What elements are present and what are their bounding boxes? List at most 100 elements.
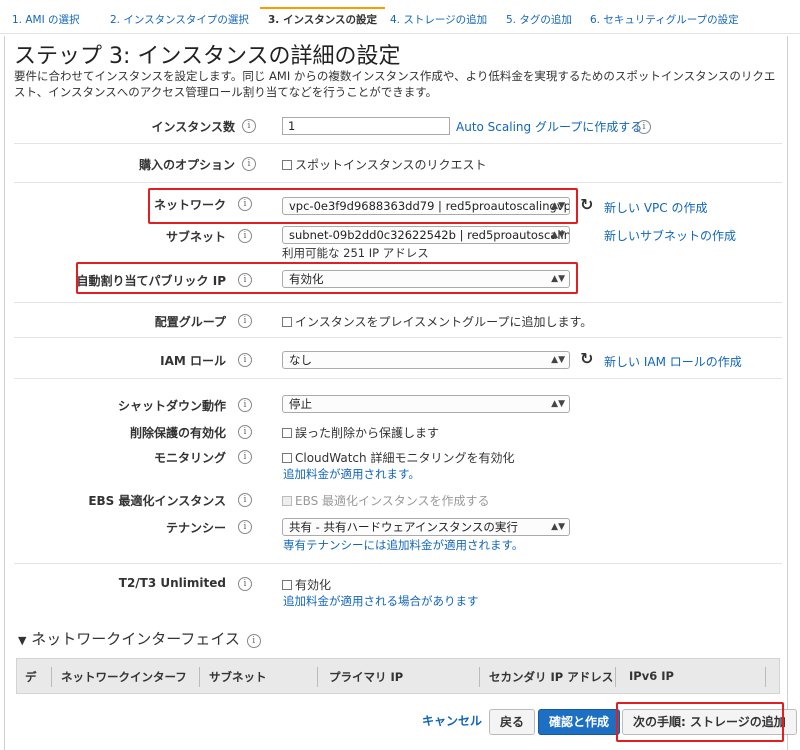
checkbox-box[interactable] — [282, 452, 292, 463]
tab-configure-instance[interactable]: 3. インスタンスの設定 — [260, 7, 386, 29]
info-icon[interactable]: i — [238, 229, 252, 243]
tenancy-value: 共有 - 共有ハードウェアインスタンスの実行 — [289, 520, 518, 534]
checkbox-box[interactable] — [282, 427, 292, 438]
monitoring-charges-link[interactable]: 追加料金が適用されます。 — [283, 466, 420, 482]
refresh-icon[interactable]: ↻ — [580, 349, 593, 368]
right-border — [787, 36, 788, 750]
subnet-select[interactable]: subnet-09b2dd0c32622542b | red5proautosc… — [282, 226, 570, 244]
wizard-tabs: 1. AMI の選択 2. インスタンスタイプの選択 3. インスタンスの設定 … — [0, 0, 800, 34]
shutdown-label: シャットダウン動作 — [117, 399, 226, 413]
spot-instance-checkbox[interactable]: スポットインスタンスのリクエスト — [282, 156, 487, 173]
purchase-option-label: 購入のオプション — [138, 158, 235, 172]
info-icon[interactable]: i — [238, 314, 252, 328]
column-divider — [615, 667, 616, 687]
info-icon[interactable]: i — [238, 450, 252, 464]
tab-choose-ami[interactable]: 1. AMI の選択 — [4, 9, 88, 31]
review-and-launch-button[interactable]: 確認と作成 — [538, 709, 621, 735]
ebs-optimized-label: EBS 最適化インスタンス — [88, 494, 226, 508]
column-primary-ip: プライマリ IP — [329, 670, 404, 684]
tenancy-select[interactable]: 共有 - 共有ハードウェアインスタンスの実行 ▲▼ — [282, 518, 570, 536]
iam-role-value: なし — [289, 353, 312, 367]
instance-count-label: インスタンス数 — [151, 120, 235, 134]
iam-role-select[interactable]: なし ▲▼ — [282, 351, 570, 369]
info-icon[interactable]: i — [238, 493, 252, 507]
checkbox-box — [282, 495, 292, 506]
column-divider — [765, 667, 766, 687]
instance-count-input[interactable]: 1 — [282, 117, 450, 135]
info-icon[interactable]: i — [238, 577, 252, 591]
termination-protection-label: 削除保護の有効化 — [129, 426, 226, 440]
highlight-next-button — [616, 702, 784, 742]
select-arrows-icon: ▲▼ — [551, 522, 565, 532]
column-divider — [199, 667, 200, 687]
column-secondary-ip: セカンダリ IP アドレス — [489, 670, 614, 684]
page-description: 要件に合わせてインスタンスを設定します。同じ AMI からの複数インスタンス作成… — [14, 69, 776, 99]
triangle-down-icon[interactable]: ▼ — [18, 634, 26, 647]
create-subnet-link[interactable]: 新しいサブネットの作成 — [604, 227, 736, 244]
t2t3-text: 有効化 — [295, 578, 332, 592]
ebs-optimized-text: EBS 最適化インスタンスを作成する — [295, 494, 490, 508]
info-icon[interactable]: i — [246, 634, 261, 648]
divider — [14, 563, 782, 564]
page-title: ステップ 3: インスタンスの詳細の設定 — [14, 44, 401, 69]
divider — [14, 337, 782, 338]
create-iam-role-link[interactable]: 新しい IAM ロールの作成 — [604, 353, 742, 370]
network-interfaces-table-header: デ ネットワークインターフ サブネット プライマリ IP セカンダリ IP アド… — [16, 658, 780, 694]
tab-choose-instance-type[interactable]: 2. インスタンスタイプの選択 — [102, 9, 257, 31]
info-icon[interactable]: i — [242, 157, 256, 171]
checkbox-box[interactable] — [282, 316, 292, 327]
column-device: デ — [25, 670, 37, 684]
info-icon[interactable]: i — [238, 425, 252, 439]
spot-instance-label: スポットインスタンスのリクエスト — [295, 158, 487, 172]
highlight-auto-public-ip — [76, 262, 578, 294]
left-border — [4, 36, 5, 750]
create-vpc-link[interactable]: 新しい VPC の作成 — [604, 199, 707, 216]
termination-protection-checkbox[interactable]: 誤った削除から保護します — [282, 424, 439, 441]
monitoring-label: モニタリング — [153, 451, 226, 465]
placement-group-text: インスタンスをプレイスメントグループに追加します。 — [295, 315, 593, 329]
network-interfaces-title: ネットワークインターフェイス — [31, 630, 240, 648]
select-arrows-icon: ▲▼ — [551, 230, 565, 240]
ebs-optimized-checkbox: EBS 最適化インスタンスを作成する — [282, 492, 490, 509]
column-divider — [479, 667, 480, 687]
iam-role-label: IAM ロール — [160, 354, 226, 368]
info-icon[interactable]: i — [238, 353, 252, 367]
auto-scaling-link[interactable]: Auto Scaling グループに作成する — [456, 118, 642, 135]
tab-add-storage[interactable]: 4. ストレージの追加 — [382, 9, 496, 31]
termination-protection-text: 誤った削除から保護します — [295, 426, 440, 440]
back-button[interactable]: 戻る — [489, 709, 536, 735]
column-ipv6-ip: IPv6 IP — [629, 669, 674, 683]
placement-group-label: 配置グループ — [154, 315, 226, 329]
checkbox-box[interactable] — [282, 579, 292, 590]
t2t3-charges-link[interactable]: 追加料金が適用される場合があります — [283, 593, 479, 609]
divider — [14, 182, 782, 183]
tenancy-label: テナンシー — [165, 521, 226, 535]
cancel-button[interactable]: キャンセル — [412, 709, 492, 735]
checkbox-box[interactable] — [282, 159, 292, 170]
monitoring-checkbox[interactable]: CloudWatch 詳細モニタリングを有効化 — [282, 449, 514, 466]
shutdown-value: 停止 — [289, 397, 312, 411]
refresh-icon[interactable]: ↻ — [580, 195, 593, 214]
tab-security-group[interactable]: 6. セキュリティグループの設定 — [582, 9, 747, 31]
column-divider — [317, 667, 318, 687]
tab-add-tags[interactable]: 5. タグの追加 — [498, 9, 580, 31]
select-arrows-icon: ▲▼ — [551, 399, 565, 409]
select-arrows-icon: ▲▼ — [551, 355, 565, 365]
network-interfaces-header[interactable]: ▼ ネットワークインターフェイス i — [18, 628, 261, 649]
column-subnet: サブネット — [209, 670, 267, 684]
divider — [14, 378, 782, 379]
highlight-network — [148, 188, 578, 224]
subnet-label: サブネット — [165, 230, 226, 244]
subnet-value: subnet-09b2dd0c32622542b | red5proautosc… — [289, 228, 570, 242]
info-icon[interactable]: i — [238, 398, 252, 412]
info-icon[interactable]: i — [242, 119, 256, 133]
divider — [14, 302, 782, 303]
info-icon[interactable]: i — [238, 520, 252, 534]
info-icon[interactable]: i — [637, 120, 651, 134]
available-ip-note: 利用可能な 251 IP アドレス — [282, 246, 429, 260]
t2t3-checkbox[interactable]: 有効化 — [282, 576, 331, 593]
shutdown-select[interactable]: 停止 ▲▼ — [282, 395, 570, 413]
column-divider — [51, 667, 52, 687]
tenancy-charges-link[interactable]: 専有テナンシーには追加料金が適用されます。 — [283, 537, 523, 553]
placement-group-checkbox[interactable]: インスタンスをプレイスメントグループに追加します。 — [282, 313, 592, 330]
